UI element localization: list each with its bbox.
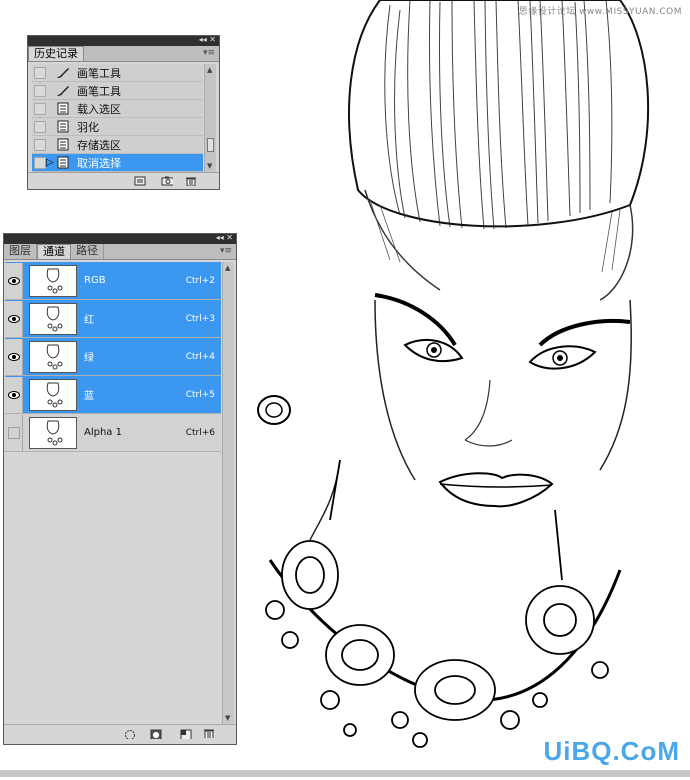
channel-name: RGB [84, 275, 106, 286]
eye-icon [7, 390, 20, 399]
tab-channels[interactable]: 通道 [37, 244, 71, 259]
history-item[interactable]: 画笔工具 [32, 64, 203, 82]
history-item-label: 取消选择 [77, 156, 121, 170]
history-list: 画笔工具 画笔工具 载入选区 羽化 存储选区 ▷ 取消选择 [32, 64, 203, 172]
channel-name: Alpha 1 [84, 427, 122, 438]
panel-menu-icon[interactable]: ▾≡ [203, 48, 215, 58]
scroll-thumb[interactable] [207, 138, 214, 152]
channel-name: 红 [84, 315, 94, 326]
channel-name: 蓝 [84, 391, 94, 402]
scroll-down-icon[interactable]: ▼ [207, 162, 212, 170]
visibility-toggle[interactable] [5, 414, 23, 451]
brush-icon [55, 66, 71, 80]
panel-tabs: 历史记录 ▾≡ [28, 46, 219, 62]
snapshot-source-checkbox[interactable] [34, 84, 46, 97]
history-item[interactable]: 画笔工具 [32, 82, 203, 100]
channel-shortcut: Ctrl+4 [185, 351, 215, 362]
panel-menu-icon[interactable]: ▾≡ [220, 246, 232, 256]
tab-history[interactable]: 历史记录 [28, 46, 84, 61]
channel-shortcut: Ctrl+5 [185, 389, 215, 400]
tab-paths[interactable]: 路径 [71, 244, 104, 259]
history-item-label: 羽化 [77, 120, 99, 134]
snapshot-camera-icon[interactable] [161, 176, 173, 186]
visibility-toggle[interactable] [5, 338, 23, 375]
channel-thumbnail [29, 264, 77, 297]
history-item[interactable]: 存储选区 [32, 136, 203, 154]
snapshot-source-checkbox[interactable] [34, 156, 46, 169]
channel-row-alpha[interactable]: Alpha 1 Ctrl+6 [5, 414, 221, 452]
channel-list: RGB Ctrl+2 红 Ctrl+3 绿 Ctrl+4 蓝 Ctrl+5 Al… [5, 262, 221, 452]
snapshot-source-checkbox[interactable] [34, 138, 46, 151]
channels-panel: ◂◂ ✕ 图层 通道 路径 ▾≡ RGB Ctrl+2 红 Ctrl+3 绿 C… [3, 233, 237, 745]
channel-row-green[interactable]: 绿 Ctrl+4 [5, 338, 221, 376]
history-footer [28, 172, 219, 189]
history-item-label: 画笔工具 [77, 66, 121, 80]
tab-layers[interactable]: 图层 [4, 244, 37, 259]
history-item-selected[interactable]: ▷ 取消选择 [32, 154, 203, 172]
channel-thumbnail [29, 340, 77, 373]
scroll-up-icon[interactable]: ▲ [225, 264, 230, 272]
history-item-label: 载入选区 [77, 102, 121, 116]
document-icon [55, 120, 71, 134]
panel-titlebar[interactable]: ◂◂ ✕ [28, 35, 219, 46]
scroll-up-icon[interactable]: ▲ [207, 66, 212, 74]
watermark-top: 思缘设计论坛 www.MISSYUAN.COM [518, 7, 682, 17]
collapse-close-icons[interactable]: ◂◂ ✕ [216, 233, 233, 242]
snapshot-source-checkbox[interactable] [34, 102, 46, 115]
channel-shortcut: Ctrl+2 [185, 275, 215, 286]
history-item-label: 画笔工具 [77, 84, 121, 98]
new-channel-icon[interactable] [180, 729, 192, 739]
history-item[interactable]: 羽化 [32, 118, 203, 136]
channel-row-rgb[interactable]: RGB Ctrl+2 [5, 262, 221, 300]
history-state-marker-icon: ▷ [46, 157, 54, 168]
history-item-label: 存储选区 [77, 138, 121, 152]
visibility-toggle[interactable] [5, 376, 23, 413]
document-icon [55, 102, 71, 116]
eye-icon [7, 314, 20, 323]
watermark-logo: UiBQ.CoM [543, 736, 680, 766]
trash-icon[interactable] [185, 176, 197, 186]
new-document-from-state-icon[interactable] [134, 176, 146, 186]
history-item[interactable]: 载入选区 [32, 100, 203, 118]
collapse-close-icons[interactable]: ◂◂ ✕ [199, 35, 216, 44]
channel-shortcut: Ctrl+3 [185, 313, 215, 324]
channel-row-red[interactable]: 红 Ctrl+3 [5, 300, 221, 338]
history-scrollbar[interactable]: ▲ ▼ [204, 64, 216, 172]
snapshot-source-checkbox[interactable] [34, 120, 46, 133]
eye-icon [7, 352, 20, 361]
eye-icon [7, 276, 20, 285]
channel-name: 绿 [84, 353, 94, 364]
document-icon [55, 156, 71, 170]
channels-scrollbar[interactable]: ▲ ▼ [222, 262, 234, 724]
canvas-artwork: 思缘设计论坛 www.MISSYUAN.COM UiBQ.CoM [240, 0, 690, 777]
visibility-toggle[interactable] [5, 300, 23, 337]
document-icon [55, 138, 71, 152]
trash-icon[interactable] [203, 728, 215, 738]
hidden-visibility-box [7, 426, 20, 439]
channel-thumbnail [29, 302, 77, 335]
visibility-toggle[interactable] [5, 262, 23, 299]
panel-titlebar[interactable]: ◂◂ ✕ [4, 233, 236, 244]
window-bottom-edge [0, 770, 690, 777]
history-panel: ◂◂ ✕ 历史记录 ▾≡ 画笔工具 画笔工具 载入选区 羽化 存储选区 ▷ 取消… [27, 35, 220, 190]
sketch-portrait-image [257, 0, 650, 748]
scroll-down-icon[interactable]: ▼ [225, 714, 230, 722]
panel-tabs: 图层 通道 路径 ▾≡ [4, 244, 236, 260]
load-channel-as-selection-icon[interactable] [124, 729, 136, 739]
channels-footer [4, 724, 236, 744]
channel-thumbnail [29, 378, 77, 411]
channel-row-blue[interactable]: 蓝 Ctrl+5 [5, 376, 221, 414]
snapshot-source-checkbox[interactable] [34, 66, 46, 79]
brush-icon [55, 84, 71, 98]
channel-shortcut: Ctrl+6 [185, 427, 215, 438]
save-selection-as-channel-icon[interactable] [150, 729, 162, 739]
channel-thumbnail [29, 416, 77, 449]
